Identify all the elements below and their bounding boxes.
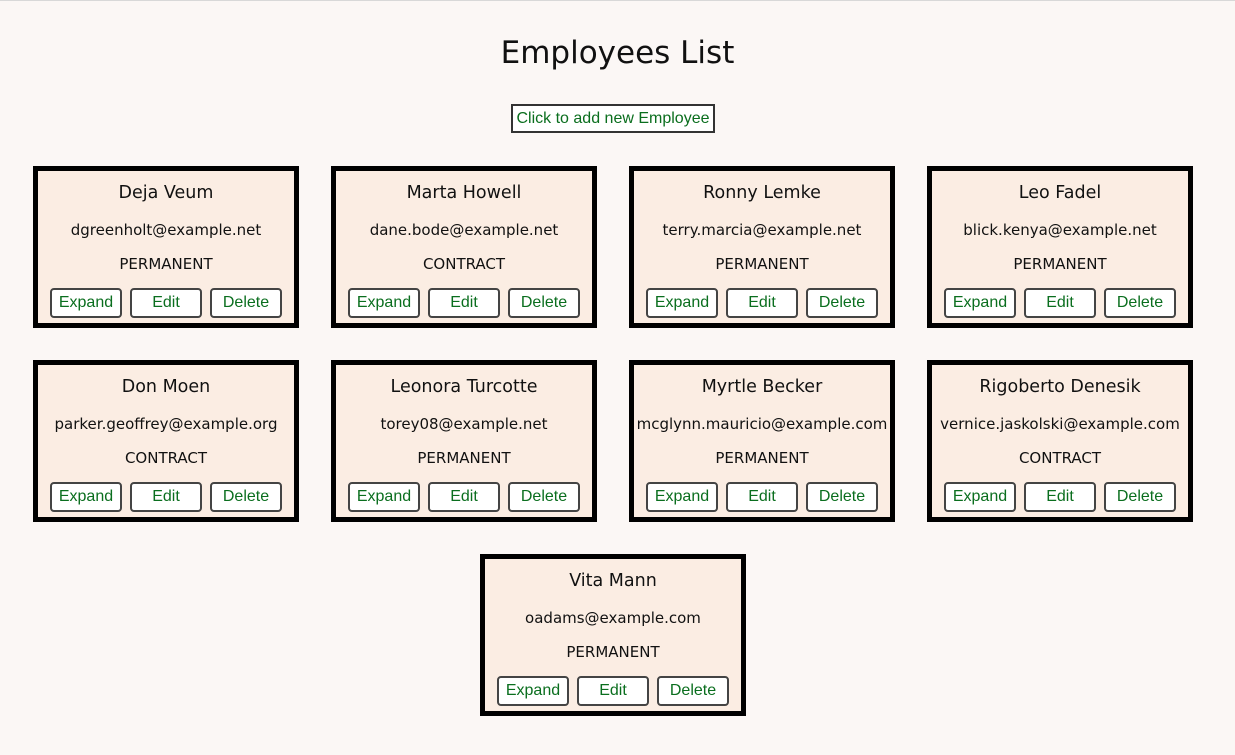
card-actions: Expand Edit Delete <box>336 482 592 512</box>
edit-button[interactable]: Edit <box>726 288 798 318</box>
employee-type: PERMANENT <box>566 643 660 661</box>
expand-button[interactable]: Expand <box>50 482 122 512</box>
card-actions: Expand Edit Delete <box>634 482 890 512</box>
delete-button[interactable]: Delete <box>210 482 282 512</box>
employee-email: dgreenholt@example.net <box>70 221 262 239</box>
employee-type: CONTRACT <box>422 255 506 273</box>
employee-type: PERMANENT <box>715 449 809 467</box>
employee-email: blick.kenya@example.net <box>963 221 1157 239</box>
employee-name: Leonora Turcotte <box>390 377 538 397</box>
edit-button[interactable]: Edit <box>1024 288 1096 318</box>
card-actions: Expand Edit Delete <box>932 482 1188 512</box>
expand-button[interactable]: Expand <box>348 288 420 318</box>
employee-name: Deja Veum <box>118 183 214 203</box>
employee-name: Myrtle Becker <box>701 377 823 397</box>
edit-button[interactable]: Edit <box>1024 482 1096 512</box>
employee-card: Vita Mann oadams@example.com PERMANENT E… <box>480 554 746 716</box>
delete-button[interactable]: Delete <box>508 482 580 512</box>
expand-button[interactable]: Expand <box>497 676 569 706</box>
delete-button[interactable]: Delete <box>657 676 729 706</box>
employee-email: torey08@example.net <box>380 415 548 433</box>
employee-card: Marta Howell dane.bode@example.net CONTR… <box>331 166 597 328</box>
employee-name: Vita Mann <box>569 571 657 591</box>
expand-button[interactable]: Expand <box>646 288 718 318</box>
employee-card: Myrtle Becker mcglynn.mauricio@example.c… <box>629 360 895 522</box>
employee-card: Leonora Turcotte torey08@example.net PER… <box>331 360 597 522</box>
card-actions: Expand Edit Delete <box>38 288 294 318</box>
employee-card: Ronny Lemke terry.marcia@example.net PER… <box>629 166 895 328</box>
edit-button[interactable]: Edit <box>130 288 202 318</box>
expand-button[interactable]: Expand <box>944 288 1016 318</box>
card-actions: Expand Edit Delete <box>932 288 1188 318</box>
employees-page: Employees List Click to add new Employee… <box>0 1 1235 755</box>
employee-type: PERMANENT <box>119 255 213 273</box>
employee-name: Don Moen <box>121 377 211 397</box>
employee-card: Don Moen parker.geoffrey@example.org CON… <box>33 360 299 522</box>
edit-button[interactable]: Edit <box>726 482 798 512</box>
employee-name: Rigoberto Denesik <box>979 377 1141 397</box>
employee-name: Leo Fadel <box>1018 183 1102 203</box>
employee-type: PERMANENT <box>417 449 511 467</box>
card-actions: Expand Edit Delete <box>634 288 890 318</box>
delete-button[interactable]: Delete <box>210 288 282 318</box>
add-employee-button[interactable]: Click to add new Employee <box>511 104 715 133</box>
expand-button[interactable]: Expand <box>50 288 122 318</box>
employee-type: CONTRACT <box>1018 449 1102 467</box>
delete-button[interactable]: Delete <box>508 288 580 318</box>
edit-button[interactable]: Edit <box>428 288 500 318</box>
employee-email: terry.marcia@example.net <box>662 221 862 239</box>
employee-type: CONTRACT <box>124 449 208 467</box>
expand-button[interactable]: Expand <box>646 482 718 512</box>
delete-button[interactable]: Delete <box>806 482 878 512</box>
employee-email: dane.bode@example.net <box>369 221 559 239</box>
employee-email: mcglynn.mauricio@example.com <box>636 415 888 433</box>
employee-card: Leo Fadel blick.kenya@example.net PERMAN… <box>927 166 1193 328</box>
card-actions: Expand Edit Delete <box>38 482 294 512</box>
employee-type: PERMANENT <box>715 255 809 273</box>
expand-button[interactable]: Expand <box>348 482 420 512</box>
edit-button[interactable]: Edit <box>428 482 500 512</box>
page-title: Employees List <box>500 35 735 71</box>
employee-card-grid: Deja Veum dgreenholt@example.net PERMANE… <box>33 166 1193 716</box>
delete-button[interactable]: Delete <box>1104 288 1176 318</box>
card-actions: Expand Edit Delete <box>336 288 592 318</box>
edit-button[interactable]: Edit <box>130 482 202 512</box>
employee-email: vernice.jaskolski@example.com <box>940 415 1180 433</box>
delete-button[interactable]: Delete <box>1104 482 1176 512</box>
employee-email: oadams@example.com <box>525 609 701 627</box>
card-actions: Expand Edit Delete <box>485 676 741 706</box>
employee-name: Marta Howell <box>406 183 522 203</box>
expand-button[interactable]: Expand <box>944 482 1016 512</box>
employee-name: Ronny Lemke <box>703 183 821 203</box>
employee-card: Deja Veum dgreenholt@example.net PERMANE… <box>33 166 299 328</box>
edit-button[interactable]: Edit <box>577 676 649 706</box>
delete-button[interactable]: Delete <box>806 288 878 318</box>
employee-type: PERMANENT <box>1013 255 1107 273</box>
employee-email: parker.geoffrey@example.org <box>54 415 278 433</box>
employee-card: Rigoberto Denesik vernice.jaskolski@exam… <box>927 360 1193 522</box>
